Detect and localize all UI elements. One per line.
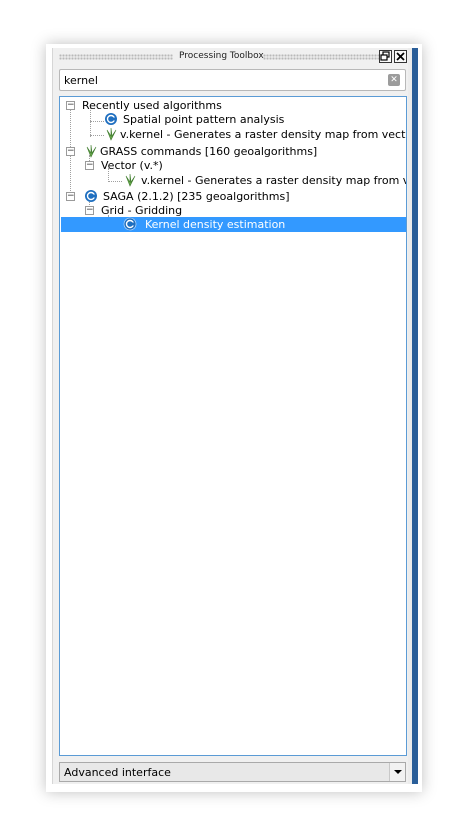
tree-group-grid-gridding[interactable]: Grid - Gridding: [101, 203, 182, 218]
tree-connector: [90, 135, 104, 136]
interface-mode-select[interactable]: Advanced interface: [59, 762, 406, 782]
grip-left: [59, 54, 173, 60]
panel-title: Processing Toolbox: [179, 51, 264, 61]
grass-icon: [106, 127, 117, 141]
tree-group-vector[interactable]: Vector (v.*): [101, 158, 163, 173]
tree-group-label: Vector (v.*): [101, 159, 163, 172]
collapse-toggle[interactable]: −: [85, 206, 94, 215]
chevron-down-icon[interactable]: [389, 763, 405, 781]
tree-connector: [108, 181, 122, 182]
tree-node-recent[interactable]: Recently used algorithms: [82, 98, 222, 113]
tree-item-label: Kernel density estimation: [145, 218, 286, 231]
algorithm-tree[interactable]: − Recently used algorithms Spatial point…: [59, 96, 407, 756]
grass-icon: [125, 173, 136, 187]
tree-node-label: GRASS commands [160 geoalgorithms]: [100, 145, 318, 158]
interface-mode-value: Advanced interface: [64, 766, 171, 779]
dock-title-bar[interactable]: Processing Toolbox: [53, 48, 409, 66]
tree-connector: [90, 121, 104, 122]
search-field[interactable]: ✕: [59, 69, 406, 91]
tree-item-label: v.kernel - Generates a raster density ma…: [120, 128, 407, 141]
tree-node-label: SAGA (2.1.2) [235 geoalgorithms]: [103, 190, 290, 203]
clear-icon[interactable]: ✕: [388, 74, 400, 86]
processing-toolbox-panel: Processing Toolbox ✕ −: [52, 48, 408, 784]
tree-item-label: Spatial point pattern analysis: [123, 113, 285, 126]
tree-item-v-kernel[interactable]: v.kernel - Generates a raster density ma…: [123, 173, 406, 188]
restore-icon[interactable]: [379, 50, 392, 63]
tree-item-spatial-point-pattern[interactable]: Spatial point pattern analysis: [104, 112, 284, 127]
tree-node-saga[interactable]: SAGA (2.1.2) [235 geoalgorithms]: [84, 189, 290, 204]
tree-item-kernel-density-estimation[interactable]: Kernel density estimation: [61, 217, 406, 232]
tree-node-grass[interactable]: GRASS commands [160 geoalgorithms]: [84, 144, 317, 159]
search-input[interactable]: [64, 73, 374, 88]
tree-item-v-kernel-recent[interactable]: v.kernel - Generates a raster density ma…: [104, 127, 407, 142]
collapse-toggle[interactable]: −: [66, 192, 75, 201]
saga-icon: [85, 190, 97, 202]
saga-icon: [105, 113, 117, 125]
tree-item-label: v.kernel - Generates a raster density ma…: [141, 174, 406, 187]
tree-node-label: Recently used algorithms: [82, 99, 222, 112]
collapse-toggle[interactable]: −: [85, 161, 94, 170]
saga-icon: [123, 217, 137, 231]
collapse-toggle[interactable]: −: [66, 101, 75, 110]
grass-icon: [86, 144, 97, 158]
tree-group-label: Grid - Gridding: [101, 204, 183, 217]
close-icon[interactable]: [394, 50, 407, 63]
grip-right: [263, 54, 379, 60]
map-canvas-edge: [408, 48, 418, 784]
collapse-toggle[interactable]: −: [66, 147, 75, 156]
